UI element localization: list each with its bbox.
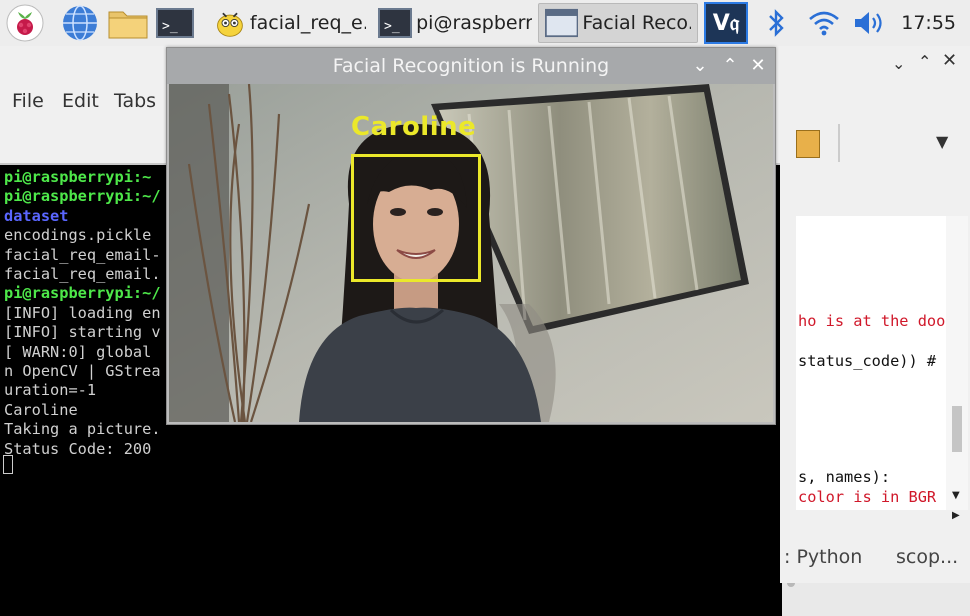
terminal-launcher-icon[interactable]: >_ [156, 0, 194, 46]
taskbar-task-label: pi@raspberr... [416, 12, 532, 34]
editor-vertical-scrollbar[interactable]: ▼ [946, 216, 968, 510]
wifi-icon[interactable] [808, 0, 840, 46]
facial-recognition-window[interactable]: Facial Recognition is Running ⌄ ⌃ ✕ Caro… [166, 47, 776, 425]
code-line: s, names): [798, 468, 891, 486]
bluetooth-icon[interactable] [764, 0, 788, 46]
taskbar-task-terminal[interactable]: >_ pi@raspberr... [372, 3, 538, 43]
browser-globe-icon[interactable] [60, 0, 100, 46]
taskbar: >_ facial_req_e... >_ pi@raspberr... Fac… [0, 0, 970, 47]
terminal-line: [INFO] starting v [4, 323, 161, 341]
taskbar-task-label: facial_req_e... [249, 12, 366, 34]
editor-code-area[interactable]: ho is at the doo status_code)) # s, name… [796, 216, 946, 510]
menu-edit[interactable]: Edit [62, 90, 99, 112]
face-detection-box [351, 154, 481, 282]
file-manager-folder-icon[interactable] [107, 0, 149, 46]
vnc-icon[interactable]: V𝔮 [704, 0, 748, 46]
terminal-line: [INFO] loading en [4, 304, 161, 322]
window-title: Facial Recognition is Running [332, 55, 610, 77]
window-app-icon [545, 8, 579, 38]
terminal-line: facial_req_email. [4, 265, 161, 283]
scroll-down-arrow-icon[interactable]: ▼ [952, 490, 960, 501]
scrollbar-thumb[interactable] [952, 406, 962, 452]
facial-window-titlebar[interactable]: Facial Recognition is Running ⌄ ⌃ ✕ [167, 48, 775, 84]
menu-file[interactable]: File [12, 90, 44, 112]
terminal-line: pi@raspberrypi:~/ [4, 187, 161, 205]
terminal-line: facial_req_email- [4, 246, 161, 264]
editor-horizontal-scrollbar[interactable]: ▶ [796, 510, 968, 524]
menu-tabs[interactable]: Tabs [114, 90, 156, 112]
status-language: : Python [784, 546, 863, 568]
code-line: ho is at the doo [798, 312, 946, 330]
toolbar-separator [838, 124, 840, 162]
status-scope: scop... [896, 546, 959, 568]
terminal-line: n OpenCV | GStrea [4, 362, 161, 380]
close-icon[interactable]: ✕ [747, 48, 769, 84]
terminal-line: uration=-1 [4, 381, 97, 399]
terminal-cursor [3, 455, 13, 474]
camera-feed: Caroline [169, 84, 773, 422]
file-icon[interactable] [796, 130, 820, 158]
clock: 17:55 [901, 12, 956, 34]
raspberry-menu-icon[interactable] [6, 0, 44, 46]
code-line: color is in BGR [798, 488, 937, 506]
thonny-app-icon [217, 12, 243, 37]
editor-window[interactable]: ⌄ ⌃ ✕ ▼ ho is at the doo status_code)) #… [780, 46, 970, 583]
chevron-down-icon[interactable]: ⌄ [892, 54, 905, 73]
chevron-up-icon[interactable]: ⌃ [918, 52, 931, 71]
code-line: status_code)) # [798, 352, 937, 370]
minimize-chevron-icon[interactable]: ⌄ [689, 48, 711, 84]
volume-icon[interactable] [852, 0, 886, 46]
terminal-app-icon: >_ [378, 8, 413, 38]
terminal-line: [ WARN:0] global [4, 343, 152, 361]
close-icon[interactable]: ✕ [942, 50, 957, 71]
terminal-line: pi@raspberrypi:~/ [4, 284, 161, 302]
detected-name-label: Caroline [351, 112, 477, 142]
taskbar-task-label: Facial Reco... [582, 12, 691, 34]
terminal-line: Status Code: 200 [4, 440, 152, 458]
maximize-chevron-icon[interactable]: ⌃ [719, 48, 741, 84]
terminal-line: pi@raspberrypi:~ [4, 168, 152, 186]
taskbar-task-editor[interactable]: facial_req_e... [208, 3, 372, 43]
taskbar-task-facial-recognition[interactable]: Facial Reco... [538, 3, 698, 43]
terminal-line: encodings.pickle [4, 226, 152, 244]
terminal-line: Caroline [4, 401, 78, 419]
dropdown-arrow-icon[interactable]: ▼ [936, 132, 948, 151]
terminal-line: dataset [4, 207, 69, 225]
scroll-right-arrow-icon[interactable]: ▶ [952, 510, 960, 521]
terminal-line: Taking a picture. [4, 420, 161, 438]
